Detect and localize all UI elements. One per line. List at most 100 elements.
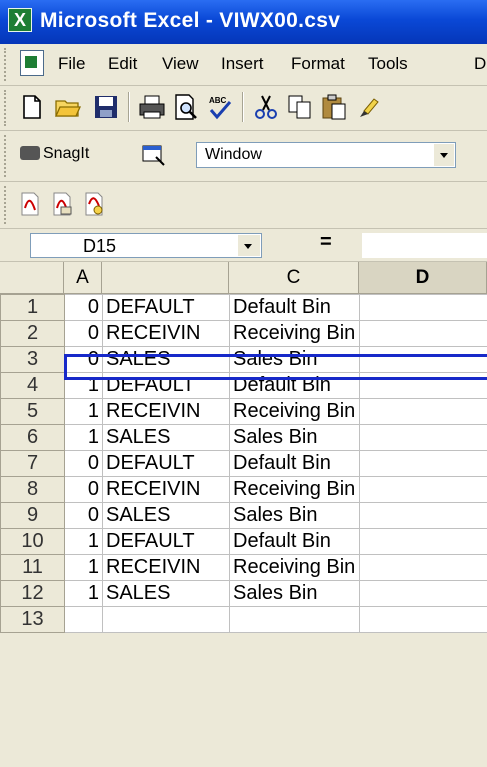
- table-row: 7 0 DEFAULT Default Bin: [0, 450, 487, 477]
- toolbar-grip-handle[interactable]: [4, 90, 10, 126]
- cell-b[interactable]: [102, 606, 230, 633]
- cell-a[interactable]: 1: [64, 424, 103, 451]
- pdf-review-icon[interactable]: [84, 192, 104, 216]
- cell-b[interactable]: SALES: [102, 502, 230, 529]
- menu-file[interactable]: File: [58, 54, 85, 74]
- cell-a[interactable]: 0: [64, 294, 103, 321]
- row-header[interactable]: 11: [0, 554, 65, 581]
- cut-icon[interactable]: [252, 93, 280, 121]
- cell-a[interactable]: 1: [64, 554, 103, 581]
- cell-a[interactable]: 1: [64, 528, 103, 555]
- excel-app-icon[interactable]: [8, 8, 32, 32]
- menu-edit[interactable]: Edit: [108, 54, 137, 74]
- open-folder-icon[interactable]: [54, 93, 82, 121]
- cell-c[interactable]: Default Bin: [229, 528, 360, 555]
- row-header[interactable]: 10: [0, 528, 65, 555]
- snagit-button[interactable]: SnagIt: [20, 145, 89, 163]
- cell-d[interactable]: [359, 320, 487, 347]
- cell-b[interactable]: RECEIVIN: [102, 398, 230, 425]
- formula-bar: D15 =: [0, 229, 487, 262]
- svg-text:ABC: ABC: [209, 96, 227, 105]
- print-preview-icon[interactable]: [172, 93, 200, 121]
- chevron-down-icon[interactable]: [434, 144, 454, 166]
- cell-c[interactable]: Sales Bin: [229, 502, 360, 529]
- cell-d[interactable]: [359, 528, 487, 555]
- cell-b[interactable]: DEFAULT: [102, 450, 230, 477]
- cell-b[interactable]: SALES: [102, 580, 230, 607]
- cell-b[interactable]: RECEIVIN: [102, 554, 230, 581]
- row-header[interactable]: 7: [0, 450, 65, 477]
- cell-c[interactable]: Default Bin: [229, 294, 360, 321]
- formula-input[interactable]: [362, 233, 487, 258]
- convert-to-pdf-icon[interactable]: [20, 192, 40, 216]
- cell-d[interactable]: [359, 294, 487, 321]
- cell-c[interactable]: Receiving Bin: [229, 476, 360, 503]
- cell-c[interactable]: Default Bin: [229, 450, 360, 477]
- workbook-icon[interactable]: [20, 50, 44, 76]
- menu-insert[interactable]: Insert: [221, 54, 264, 74]
- cell-d[interactable]: [359, 502, 487, 529]
- cell-d[interactable]: [359, 424, 487, 451]
- capture-mode-select[interactable]: Window: [196, 142, 456, 168]
- select-all-corner[interactable]: [0, 262, 64, 294]
- chevron-down-icon[interactable]: [238, 235, 260, 256]
- cell-a[interactable]: 0: [64, 502, 103, 529]
- row-header[interactable]: 4: [0, 372, 65, 399]
- row-header[interactable]: 5: [0, 398, 65, 425]
- cell-c[interactable]: Receiving Bin: [229, 554, 360, 581]
- menu-format[interactable]: Format: [291, 54, 345, 74]
- cell-b[interactable]: RECEIVIN: [102, 476, 230, 503]
- column-header-d[interactable]: D: [359, 262, 487, 294]
- cell-d[interactable]: [359, 398, 487, 425]
- pdf-grip-handle[interactable]: [4, 186, 10, 224]
- name-box[interactable]: D15: [30, 233, 262, 258]
- row-header[interactable]: 12: [0, 580, 65, 607]
- cell-b[interactable]: DEFAULT: [102, 294, 230, 321]
- cell-c[interactable]: Sales Bin: [229, 580, 360, 607]
- row-header[interactable]: 13: [0, 606, 65, 633]
- snagit-properties-icon[interactable]: [142, 143, 168, 167]
- row-header[interactable]: 6: [0, 424, 65, 451]
- cell-c[interactable]: [229, 606, 360, 633]
- cell-a[interactable]: 1: [64, 398, 103, 425]
- format-painter-icon[interactable]: [356, 93, 384, 121]
- row-header[interactable]: 8: [0, 476, 65, 503]
- cell-b[interactable]: RECEIVIN: [102, 320, 230, 347]
- snagit-grip-handle[interactable]: [4, 135, 10, 177]
- cell-a[interactable]: 0: [64, 476, 103, 503]
- cell-d[interactable]: [359, 554, 487, 581]
- paste-icon[interactable]: [320, 93, 348, 121]
- cell-a[interactable]: 0: [64, 450, 103, 477]
- row-header[interactable]: 2: [0, 320, 65, 347]
- cell-a[interactable]: 0: [64, 320, 103, 347]
- copy-icon[interactable]: [286, 93, 314, 121]
- menu-grip-handle[interactable]: [4, 48, 10, 81]
- menu-data[interactable]: D: [474, 54, 486, 74]
- cell-c[interactable]: Receiving Bin: [229, 398, 360, 425]
- cell-a[interactable]: 1: [64, 580, 103, 607]
- table-row: 6 1 SALES Sales Bin: [0, 424, 487, 451]
- menu-tools[interactable]: Tools: [368, 54, 408, 74]
- print-icon[interactable]: [138, 93, 166, 121]
- row-header[interactable]: 3: [0, 346, 65, 373]
- cell-d[interactable]: [359, 606, 487, 633]
- cell-c[interactable]: Sales Bin: [229, 424, 360, 451]
- cell-d[interactable]: [359, 450, 487, 477]
- column-header-b[interactable]: [102, 262, 273, 294]
- cell-a[interactable]: [64, 606, 103, 633]
- cell-d[interactable]: [359, 580, 487, 607]
- pdf-email-icon[interactable]: [52, 192, 72, 216]
- row-header[interactable]: 1: [0, 294, 65, 321]
- column-header-c[interactable]: C: [229, 262, 359, 294]
- cell-b[interactable]: SALES: [102, 424, 230, 451]
- cell-c[interactable]: Receiving Bin: [229, 320, 360, 347]
- column-header-a[interactable]: A: [64, 262, 102, 294]
- spelling-icon[interactable]: ABC: [206, 93, 234, 121]
- cell-d[interactable]: [359, 476, 487, 503]
- cell-b[interactable]: DEFAULT: [102, 528, 230, 555]
- new-icon[interactable]: [18, 93, 46, 121]
- menu-view[interactable]: View: [162, 54, 199, 74]
- save-icon[interactable]: [92, 93, 120, 121]
- capture-mode-value: Window: [205, 146, 262, 163]
- row-header[interactable]: 9: [0, 502, 65, 529]
